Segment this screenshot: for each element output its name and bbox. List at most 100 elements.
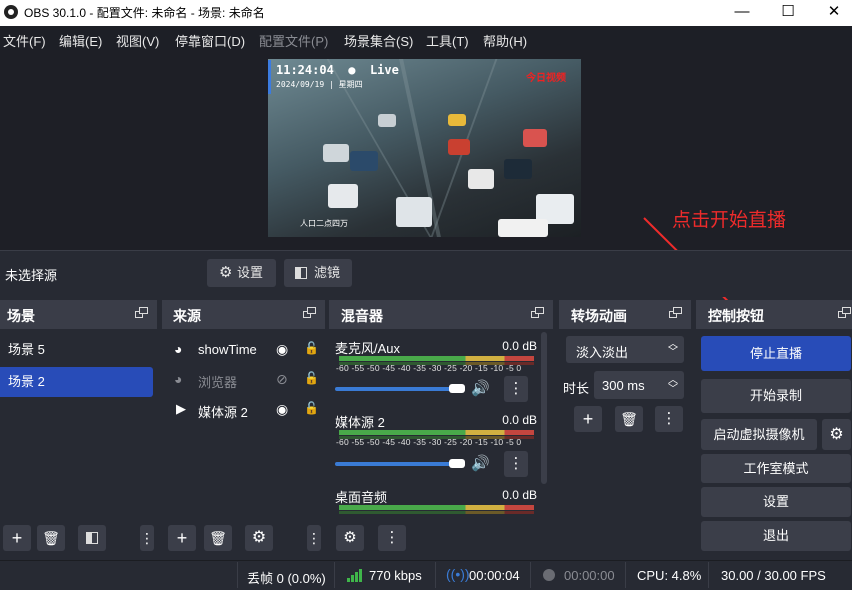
source-properties-button[interactable]: ⚙ — [245, 525, 273, 551]
no-source-label: 未选择源 — [5, 268, 58, 283]
status-separator — [530, 562, 531, 588]
speaker-icon[interactable]: 🔊 — [471, 379, 490, 397]
volume-slider-knob[interactable] — [449, 459, 465, 468]
menu-scene-collection[interactable]: 场景集合(S) — [344, 31, 413, 50]
audio-meter — [339, 511, 534, 514]
lock-icon[interactable]: 🔓 — [304, 401, 319, 415]
volume-slider[interactable] — [335, 387, 465, 391]
audio-meter — [339, 356, 534, 361]
scene-filters-button[interactable] — [78, 525, 106, 551]
transition-select[interactable]: 淡入淡出 ︿ ﹀ — [566, 336, 684, 363]
source-settings-button[interactable]: ⚙ 设置 — [207, 259, 276, 287]
lock-icon[interactable]: 🔓 — [304, 371, 319, 385]
settings-button[interactable]: 设置 — [701, 487, 851, 517]
plus-icon: + — [11, 528, 23, 548]
more-vertical-icon: ⋮ — [508, 455, 524, 472]
virtual-camera-settings-button[interactable]: ⚙ — [822, 419, 851, 450]
channel-more-button[interactable]: ⋮ — [504, 376, 528, 402]
stop-streaming-button[interactable]: 停止直播 — [701, 336, 851, 371]
globe-icon: ◕ — [174, 341, 183, 357]
lock-icon[interactable]: 🔓 — [304, 341, 319, 355]
mixer-more-button[interactable]: ⋮ — [378, 525, 406, 551]
mixer-channel-db: 0.0 dB — [502, 339, 537, 353]
speaker-icon[interactable]: 🔊 — [471, 454, 490, 472]
volume-slider[interactable] — [335, 462, 465, 466]
scene-item[interactable]: 场景 5 — [0, 335, 153, 365]
undock-icon[interactable] — [135, 307, 149, 319]
more-vertical-icon: ⋮ — [661, 410, 677, 427]
overlay-accent-bar — [268, 60, 271, 94]
add-transition-button[interactable]: + — [574, 406, 602, 432]
maximize-button[interactable]: ☐ — [765, 0, 811, 26]
remove-scene-button[interactable]: 🗑 — [37, 525, 65, 551]
eye-icon[interactable]: ◉ — [276, 341, 288, 358]
meter-scale: -60 -55 -50 -45 -40 -35 -30 -25 -20 -15 … — [336, 437, 522, 447]
sources-title: 来源 — [173, 308, 201, 324]
channel-more-button[interactable]: ⋮ — [504, 451, 528, 477]
start-recording-button[interactable]: 开始录制 — [701, 379, 851, 413]
source-label: 浏览器 — [198, 375, 238, 390]
more-vertical-icon: ⋮ — [307, 530, 321, 546]
start-virtual-camera-button[interactable]: 启动虚拟摄像机 — [701, 419, 817, 450]
up-down-chevron-icon: ︿ ﹀ — [668, 339, 678, 358]
stream-time: 00:00:04 — [469, 568, 520, 583]
sources-header: 来源 — [162, 300, 325, 329]
menu-edit[interactable]: 编辑(E) — [59, 31, 102, 50]
mixer-scrollbar[interactable] — [541, 332, 547, 484]
status-separator — [237, 562, 238, 588]
status-separator — [435, 562, 436, 588]
undock-icon[interactable] — [669, 307, 683, 319]
status-separator — [625, 562, 626, 588]
gears-icon: ⚙ — [343, 529, 357, 546]
eye-icon[interactable]: ◉ — [276, 401, 288, 418]
undock-icon[interactable] — [303, 307, 317, 319]
remove-transition-button[interactable]: 🗑 — [615, 406, 643, 432]
close-button[interactable]: ✕ — [811, 0, 852, 26]
plus-icon: + — [176, 528, 188, 548]
transitions-header: 转场动画 — [559, 300, 691, 329]
remove-source-button[interactable]: 🗑 — [204, 525, 232, 551]
studio-mode-button[interactable]: 工作室模式 — [701, 454, 851, 483]
mixer-settings-button[interactable]: ⚙ — [336, 525, 364, 551]
duration-spinbox[interactable]: 300 ms ︿ ﹀ — [594, 371, 684, 399]
globe-icon: ◕ — [174, 371, 183, 387]
minimize-button[interactable]: — — [719, 0, 765, 26]
undock-icon[interactable] — [531, 307, 545, 319]
bitrate: 770 kbps — [369, 568, 422, 583]
status-separator — [708, 562, 709, 588]
exit-button[interactable]: 退出 — [701, 521, 851, 551]
scene-item-selected[interactable]: 场景 2 — [0, 367, 153, 397]
audio-meter — [339, 430, 534, 435]
source-filters-button[interactable]: 滤镜 — [284, 259, 352, 287]
play-icon: ▶ — [176, 401, 186, 416]
menu-tools[interactable]: 工具(T) — [426, 31, 469, 50]
menu-profile[interactable]: 配置文件(P) — [259, 31, 328, 50]
mixer-header: 混音器 — [329, 300, 553, 329]
scene-more-button[interactable]: ⋮ — [140, 525, 154, 551]
source-more-button[interactable]: ⋮ — [307, 525, 321, 551]
mixer-channel-name: 媒体源 2 — [335, 415, 385, 430]
menu-help[interactable]: 帮助(H) — [483, 31, 527, 50]
source-item[interactable]: ◕ 浏览器 ⊘ 🔓 — [174, 371, 319, 391]
menu-view[interactable]: 视图(V) — [116, 31, 159, 50]
source-item[interactable]: ▶ 媒体源 2 ◉ 🔓 — [174, 401, 319, 421]
add-source-button[interactable]: + — [168, 525, 196, 551]
more-vertical-icon: ⋮ — [508, 380, 524, 397]
mixer-title: 混音器 — [341, 308, 383, 324]
volume-slider-knob[interactable] — [449, 384, 465, 393]
eye-off-icon[interactable]: ⊘ — [276, 371, 288, 388]
more-vertical-icon: ⋮ — [140, 530, 154, 546]
menu-docks[interactable]: 停靠窗口(D) — [175, 31, 245, 50]
filter-icon — [295, 267, 307, 279]
duration-value: 300 ms — [602, 378, 645, 393]
undock-icon[interactable] — [838, 307, 852, 319]
scenes-dock: 场景 场景 5 场景 2 + 🗑 ⋮ — [0, 300, 157, 557]
add-scene-button[interactable]: + — [3, 525, 31, 551]
streaming-icon: ((•)) — [446, 566, 470, 582]
source-filters-label: 滤镜 — [314, 265, 341, 280]
controls-title: 控制按钮 — [708, 308, 764, 324]
transition-more-button[interactable]: ⋮ — [655, 406, 683, 432]
up-down-chevron-icon: ︿ ﹀ — [668, 375, 678, 395]
menu-file[interactable]: 文件(F) — [3, 31, 46, 50]
source-item[interactable]: ◕ showTime ◉ 🔓 — [174, 341, 319, 361]
